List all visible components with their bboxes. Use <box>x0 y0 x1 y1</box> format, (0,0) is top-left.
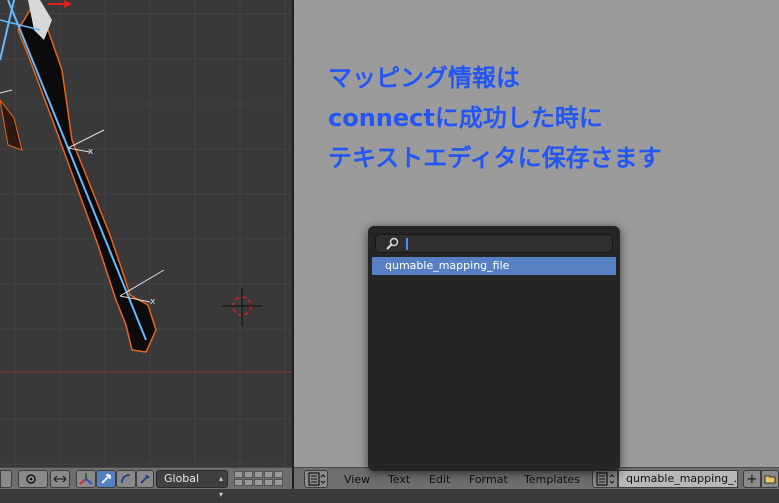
3d-cursor-icon <box>222 288 262 326</box>
updown-arrows-icon: ▴ ▾ <box>218 474 223 499</box>
text-caret <box>406 238 408 250</box>
annotation-line: マッピング情報は <box>328 64 520 92</box>
3d-viewport[interactable]: x x <box>0 0 292 467</box>
open-text-button[interactable] <box>761 470 779 488</box>
arrows-icon <box>53 475 67 483</box>
layer-button[interactable] <box>254 479 263 486</box>
layer-button[interactable] <box>234 471 243 478</box>
manipulator-toggle[interactable] <box>76 470 96 488</box>
menu-view[interactable]: View <box>344 473 370 486</box>
editor-type-button[interactable] <box>304 470 328 488</box>
layer-button[interactable] <box>264 479 273 486</box>
layer-button[interactable] <box>244 471 253 478</box>
menu-templates[interactable]: Templates <box>524 473 580 486</box>
mode-select-button[interactable] <box>0 470 12 488</box>
menu-edit[interactable]: Edit <box>429 473 450 486</box>
proportional-edit-button[interactable] <box>50 470 70 488</box>
menu-text[interactable]: Text <box>388 473 410 486</box>
layer-buttons[interactable] <box>234 471 283 486</box>
transform-orientation-select[interactable]: Global ▴ ▾ <box>156 470 228 499</box>
pivot-point-button[interactable] <box>18 470 48 488</box>
layer-button[interactable] <box>254 471 263 478</box>
annotation-text: マッピング情報は connectに成功した時に テキストエディタに保存さます <box>328 58 748 178</box>
browse-text-button[interactable] <box>592 470 618 488</box>
rotate-icon <box>121 474 131 484</box>
orientation-value: Global <box>164 472 200 485</box>
manipulator-icon <box>79 473 93 485</box>
layer-button[interactable] <box>274 471 283 478</box>
layer-button[interactable] <box>274 479 283 486</box>
plus-icon: + <box>746 471 758 487</box>
text-editor-icon <box>308 472 326 486</box>
layer-button[interactable] <box>234 479 243 486</box>
viewport-scene: x x <box>0 0 292 467</box>
translate-manipulator-button[interactable] <box>96 470 116 488</box>
pivot-icon <box>26 474 36 484</box>
layer-button[interactable] <box>264 471 273 478</box>
viewport-header: Global ▴ ▾ <box>0 467 292 499</box>
text-browse-popup: qumable_mapping_file <box>368 226 620 471</box>
search-icon <box>386 237 399 250</box>
folder-icon <box>764 475 776 484</box>
annotation-line: connectに成功した時に <box>328 104 603 132</box>
text-document-icon <box>596 472 615 486</box>
search-input[interactable] <box>375 234 613 253</box>
svg-text:x: x <box>88 147 94 157</box>
new-text-button[interactable]: + <box>743 470 761 488</box>
layer-button[interactable] <box>244 479 253 486</box>
rotate-manipulator-button[interactable] <box>116 470 136 488</box>
svg-text:x: x <box>150 297 156 307</box>
move-arrow-icon <box>101 474 111 484</box>
list-item[interactable]: qumable_mapping_file <box>372 257 616 275</box>
annotation-line: テキストエディタに保存さます <box>328 144 662 172</box>
scale-manipulator-button[interactable] <box>136 470 154 488</box>
scale-icon <box>140 474 150 484</box>
menu-format[interactable]: Format <box>469 473 508 486</box>
textblock-name-field[interactable]: qumable_mapping_... <box>618 470 738 488</box>
